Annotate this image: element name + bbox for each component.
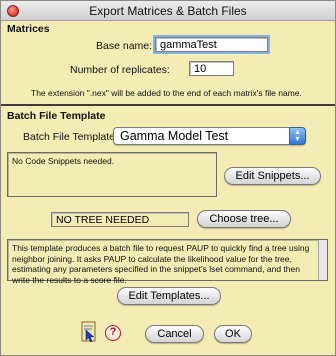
replicates-input[interactable]: 10 <box>189 61 234 76</box>
export-dialog: Export Matrices & Batch Files Matrices B… <box>0 0 336 356</box>
ok-button[interactable]: OK <box>214 325 252 343</box>
snippets-box: No Code Snippets needed. <box>7 152 217 197</box>
script-cursor-icon <box>81 321 97 343</box>
matrices-section-title: Matrices <box>7 23 50 35</box>
title-bar: Export Matrices & Batch Files <box>1 1 335 21</box>
edit-templates-button[interactable]: Edit Templates... <box>117 287 221 305</box>
replicates-label: Number of replicates: <box>70 64 170 76</box>
help-icon[interactable]: ? <box>105 325 121 341</box>
extension-note: The extension ".nex" will be added to th… <box>31 88 302 98</box>
base-name-input[interactable]: gammaTest <box>153 35 270 54</box>
tree-field: NO TREE NEEDED <box>51 212 189 227</box>
snippets-text: No Code Snippets needed. <box>12 156 115 166</box>
template-label: Batch File Template <box>23 131 116 143</box>
window-title: Export Matrices & Batch Files <box>89 4 247 18</box>
description-scrollbar[interactable] <box>318 240 327 280</box>
template-description-box: This template produces a batch file to r… <box>7 239 328 285</box>
template-description: This template produces a batch file to r… <box>12 243 310 285</box>
batch-section-title: Batch File Template <box>7 110 106 122</box>
template-popup[interactable]: Gamma Model Test ▲ ▼ <box>113 127 306 145</box>
section-divider <box>1 104 335 106</box>
template-selected-value: Gamma Model Test <box>120 129 229 143</box>
cancel-button[interactable]: Cancel <box>145 325 204 343</box>
edit-snippets-button[interactable]: Edit Snippets... <box>224 167 321 185</box>
choose-tree-button[interactable]: Choose tree... <box>197 210 291 228</box>
base-name-label: Base name: <box>96 40 153 52</box>
popup-arrows-icon: ▲ ▼ <box>289 127 306 145</box>
